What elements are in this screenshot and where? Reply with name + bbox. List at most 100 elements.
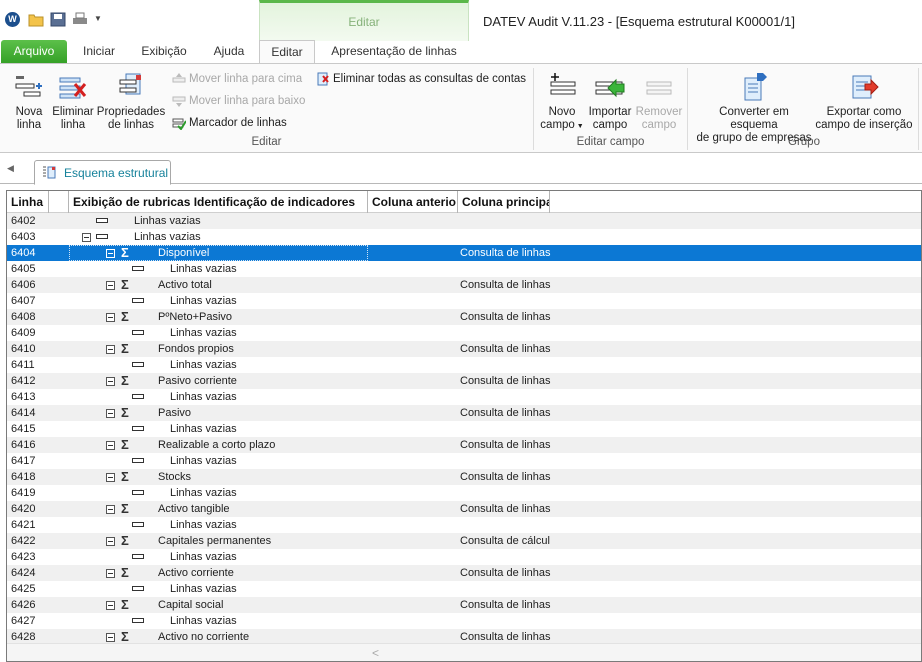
- collapse-toggle-icon[interactable]: [106, 441, 115, 450]
- collapse-toggle-icon[interactable]: [106, 313, 115, 322]
- exportar-campo-button[interactable]: Exportar como campo de inserção: [814, 72, 914, 132]
- sum-icon: Σ: [121, 565, 129, 580]
- table-row[interactable]: 6402 Linhas vazias: [7, 213, 921, 229]
- exportar-label-1: Exportar como: [826, 106, 902, 118]
- eliminar-linha-label-2: linha: [60, 119, 86, 131]
- row-label: Stocks: [158, 471, 192, 483]
- eliminar-linha-button[interactable]: Eliminar linha: [51, 72, 95, 132]
- row-coluna-principal: Consulta de cálcul: [460, 535, 550, 547]
- propriedades-label-1: Propriedades: [96, 106, 166, 118]
- table-row[interactable]: 6418 Σ Stocks Consulta de linhas: [7, 469, 921, 485]
- sum-icon: Σ: [121, 341, 129, 356]
- column-header-linha[interactable]: Linha: [7, 191, 49, 213]
- window-title: DATEV Audit V.11.23 - [Esquema estrutura…: [483, 14, 795, 29]
- table-row[interactable]: 6415 Linhas vazias: [7, 421, 921, 437]
- collapse-toggle-icon[interactable]: [82, 233, 91, 242]
- table-row[interactable]: 6404 Σ Disponível Consulta de linhas: [7, 245, 921, 261]
- horizontal-scrollbar[interactable]: <: [7, 643, 921, 661]
- converter-esquema-button[interactable]: Converter em esquema de grupo de empresa…: [694, 72, 814, 145]
- table-row[interactable]: 6416 Σ Realizable a corto plazo Consulta de…: [7, 437, 921, 453]
- tab-scroll-left-icon[interactable]: ◀: [7, 163, 14, 174]
- collapse-toggle-icon[interactable]: [106, 569, 115, 578]
- collapse-toggle-icon[interactable]: [106, 409, 115, 418]
- table-row[interactable]: 6403 Linhas vazias: [7, 229, 921, 245]
- nova-linha-button[interactable]: Nova linha: [10, 72, 48, 132]
- row-label: Pasivo: [158, 407, 192, 419]
- row-label: Activo tangible: [158, 503, 230, 515]
- table-row[interactable]: 6417 Linhas vazias: [7, 453, 921, 469]
- table-row[interactable]: 6405 Linhas vazias: [7, 261, 921, 277]
- table-row[interactable]: 6410 Σ Fondos propios Consulta de linhas: [7, 341, 921, 357]
- tab-iniciar[interactable]: Iniciar: [75, 40, 123, 63]
- eliminar-linha-label-1: Eliminar: [52, 106, 94, 118]
- novo-campo-button[interactable]: Novo campo ▼: [540, 72, 584, 133]
- tab-arquivo[interactable]: Arquivo: [1, 40, 67, 63]
- importar-campo-button[interactable]: Importar campo: [587, 72, 633, 132]
- tab-apresentacao-de-linhas[interactable]: Apresentação de linhas: [323, 40, 465, 63]
- table-row[interactable]: 6427 Linhas vazias: [7, 613, 921, 629]
- row-label: Linhas vazias: [170, 487, 237, 499]
- table-row[interactable]: 6419 Linhas vazias: [7, 485, 921, 501]
- table-row[interactable]: 6414 Σ Pasivo Consulta de linhas: [7, 405, 921, 421]
- sum-icon: Σ: [121, 373, 129, 388]
- row-number: 6427: [11, 615, 36, 627]
- focus-outline: [69, 245, 368, 261]
- table-row[interactable]: 6425 Linhas vazias: [7, 581, 921, 597]
- table-row[interactable]: 6420 Σ Activo tangible Consulta de linhas: [7, 501, 921, 517]
- table-row[interactable]: 6423 Linhas vazias: [7, 549, 921, 565]
- propriedades-de-linhas-button[interactable]: Propriedades de linhas: [96, 72, 166, 132]
- move-up-icon: [172, 72, 186, 83]
- column-header-exibicao[interactable]: Exibição de rubricas Identificação de in…: [69, 191, 368, 213]
- tab-exibicao[interactable]: Exibição: [136, 40, 192, 63]
- table-row[interactable]: 6422 Σ Capitales permanentes Consulta de cá…: [7, 533, 921, 549]
- table-row[interactable]: 6424 Σ Activo corriente Consulta de linhas: [7, 565, 921, 581]
- collapse-toggle-icon[interactable]: [106, 633, 115, 642]
- table-row[interactable]: 6413 Linhas vazias: [7, 389, 921, 405]
- collapse-toggle-icon[interactable]: [106, 345, 115, 354]
- tab-editar[interactable]: Editar: [259, 40, 315, 64]
- collapse-toggle-icon[interactable]: [106, 281, 115, 290]
- open-folder-icon[interactable]: [28, 12, 44, 27]
- empty-line-icon: [132, 554, 144, 559]
- row-label: PºNeto+Pasivo: [158, 311, 233, 323]
- row-number: 6417: [11, 455, 36, 467]
- empty-line-icon: [132, 522, 144, 527]
- remover-campo-button[interactable]: Remover campo: [635, 72, 683, 132]
- column-header-coluna-principal[interactable]: Coluna principa: [458, 191, 550, 213]
- empty-line-icon: [132, 394, 144, 399]
- tab-esquema-estrutural[interactable]: Esquema estrutural: [34, 160, 171, 185]
- app-logo[interactable]: W: [5, 12, 20, 27]
- table-row[interactable]: 6421 Linhas vazias: [7, 517, 921, 533]
- table-row[interactable]: 6408 Σ PºNeto+Pasivo Consulta de linhas: [7, 309, 921, 325]
- marcador-de-linhas-button[interactable]: Marcador de linhas: [172, 115, 287, 131]
- column-header-coluna-anterior[interactable]: Coluna anterio: [368, 191, 458, 213]
- tab-ajuda[interactable]: Ajuda: [205, 40, 253, 63]
- customize-quick-access-icon[interactable]: ▼: [94, 14, 110, 29]
- table-row[interactable]: 6412 Σ Pasivo corriente Consulta de linhas: [7, 373, 921, 389]
- eliminar-consultas-button[interactable]: Eliminar todas as consultas de contas: [316, 71, 526, 87]
- empty-line-icon: [132, 330, 144, 335]
- table-row[interactable]: 6406 Σ Activo total Consulta de linhas: [7, 277, 921, 293]
- collapse-toggle-icon[interactable]: [106, 377, 115, 386]
- converter-label-1: Converter em esquema: [719, 106, 789, 131]
- row-coluna-principal: Consulta de linhas: [460, 407, 551, 419]
- table-row[interactable]: 6409 Linhas vazias: [7, 325, 921, 341]
- mover-linha-para-cima-button[interactable]: Mover linha para cima: [172, 71, 302, 87]
- table-row[interactable]: 6426 Σ Capital social Consulta de linhas: [7, 597, 921, 613]
- mover-linha-para-baixo-button[interactable]: Mover linha para baixo: [172, 93, 305, 109]
- row-number: 6404: [11, 247, 36, 259]
- table-row[interactable]: 6411 Linhas vazias: [7, 357, 921, 373]
- print-icon[interactable]: [72, 12, 88, 27]
- save-icon[interactable]: [50, 12, 66, 27]
- collapse-toggle-icon[interactable]: [106, 473, 115, 482]
- row-number: 6414: [11, 407, 36, 419]
- collapse-toggle-icon[interactable]: [106, 601, 115, 610]
- empty-line-icon: [96, 218, 108, 223]
- collapse-toggle-icon[interactable]: [106, 537, 115, 546]
- table-row[interactable]: 6407 Linhas vazias: [7, 293, 921, 309]
- row-label: Linhas vazias: [170, 519, 237, 531]
- column-header-blank[interactable]: [49, 191, 69, 213]
- scroll-left-arrow-icon[interactable]: <: [372, 646, 379, 660]
- collapse-toggle-icon[interactable]: [106, 505, 115, 514]
- row-number: 6425: [11, 583, 36, 595]
